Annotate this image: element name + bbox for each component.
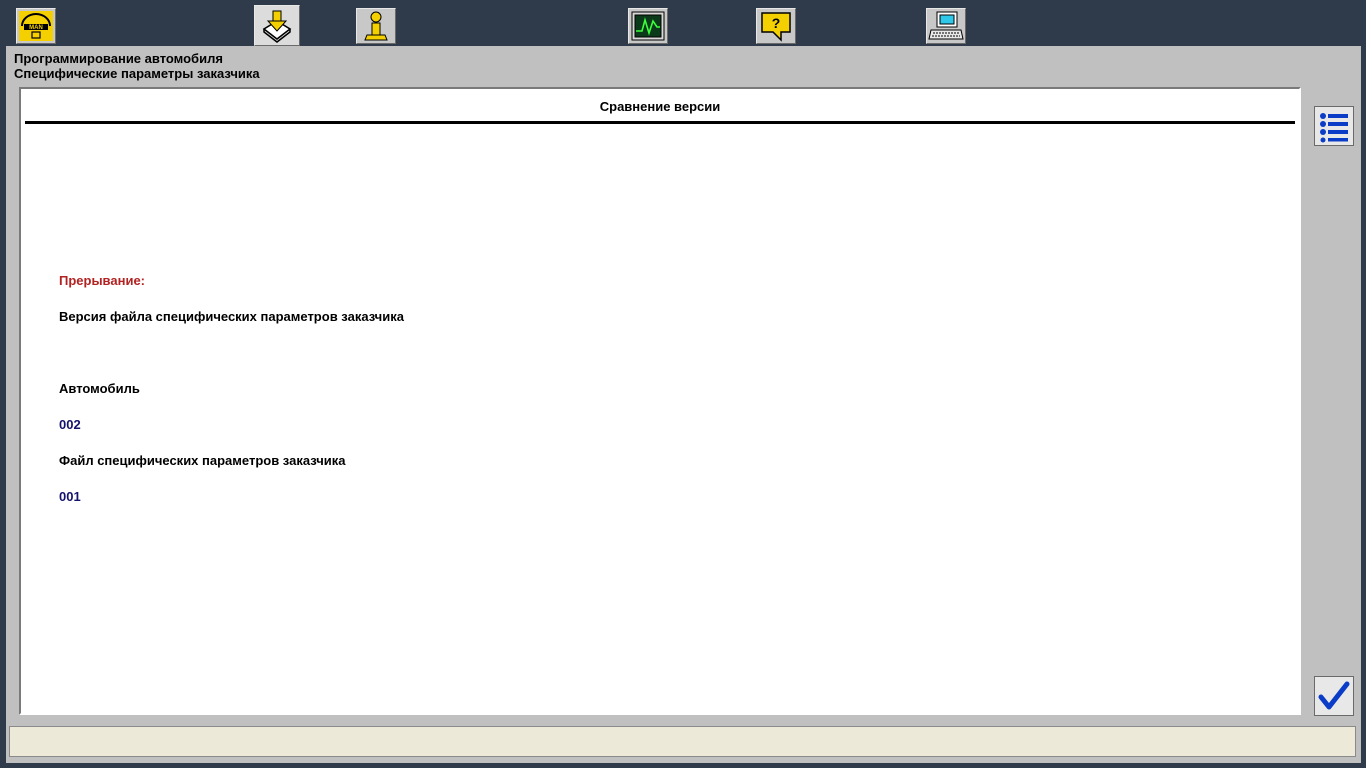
list-icon [1320, 113, 1348, 143]
toolbar: MAN ? [0, 0, 1366, 46]
oscilloscope-icon [631, 11, 665, 41]
checkmark-icon [1318, 681, 1350, 710]
man-logo-icon: MAN [19, 11, 53, 41]
file-label: Файл специфических параметров заказчика [59, 453, 346, 468]
list-button[interactable] [1314, 106, 1354, 146]
version-description: Версия файла специфических параметров за… [59, 309, 404, 324]
page-title: Программирование автомобиля [14, 51, 223, 66]
main-frame: Программирование автомобиля Специфически… [6, 46, 1361, 763]
page-subtitle: Специфические параметры заказчика [14, 66, 260, 81]
content-title: Сравнение версии [599, 99, 721, 114]
programming-tab-button[interactable] [254, 5, 300, 46]
vehicle-label: Автомобиль [59, 381, 140, 396]
computer-icon [928, 11, 964, 40]
svg-text:MAN: MAN [29, 25, 43, 31]
download-book-icon [262, 10, 292, 43]
help-button[interactable]: ? [756, 8, 796, 44]
title-divider [25, 121, 1295, 124]
measurement-button[interactable] [628, 8, 668, 44]
content-panel: Сравнение версии Прерывание: Версия файл… [19, 87, 1301, 715]
confirm-button[interactable] [1314, 676, 1354, 716]
info-person-icon [364, 11, 388, 41]
computer-button[interactable] [926, 8, 966, 44]
info-button[interactable] [356, 8, 396, 44]
vehicle-version-value: 002 [59, 417, 81, 432]
svg-text:?: ? [772, 15, 781, 31]
status-bar [9, 726, 1356, 757]
help-icon: ? [761, 12, 791, 42]
header-titles: Программирование автомобиля Специфически… [14, 51, 260, 81]
man-logo-button[interactable]: MAN [16, 8, 56, 44]
interrupt-label: Прерывание: [59, 273, 146, 288]
file-version-value: 001 [59, 489, 81, 504]
